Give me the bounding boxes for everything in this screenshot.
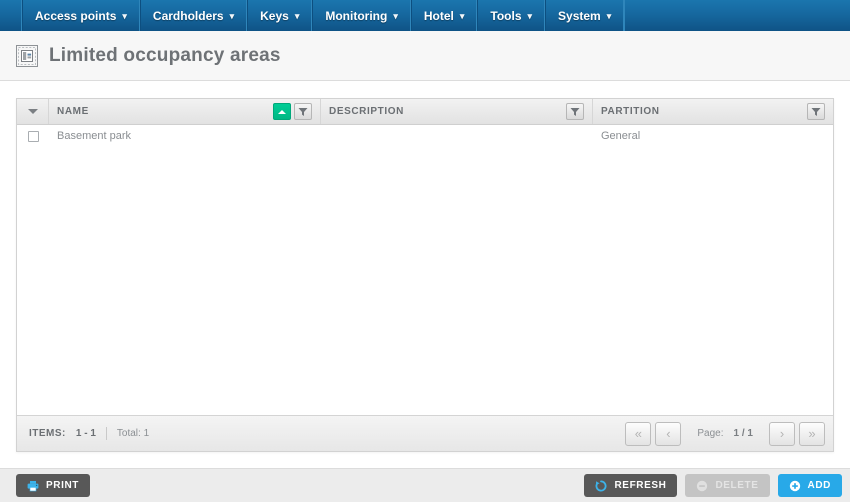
grid-header-select-all[interactable] (17, 99, 49, 124)
nav-item-label: Access points (35, 8, 117, 23)
nav-item-label: Tools (490, 8, 522, 23)
chevron-down-icon: ▾ (122, 11, 127, 21)
items-label: ITEMS: (29, 428, 66, 439)
grid-header-name-label: NAME (57, 106, 89, 117)
nav-empty-area (624, 0, 850, 31)
minus-circle-icon (697, 480, 708, 491)
page-title: Limited occupancy areas (49, 44, 281, 66)
printer-icon (27, 480, 39, 491)
filter-button-name[interactable] (294, 103, 312, 120)
nav-item-cardholders[interactable]: Cardholders ▾ (139, 0, 248, 31)
row-cell-partition: General (601, 130, 641, 142)
nav-item-monitoring[interactable]: Monitoring ▾ (312, 0, 411, 31)
pagination-controls: « ‹ Page: 1 / 1 › » (625, 421, 825, 446)
chevron-down-icon: ▾ (606, 11, 612, 21)
delete-button-label: DELETE (715, 480, 759, 491)
plus-circle-icon (789, 480, 800, 491)
grid-header-description-label: DESCRIPTION (329, 106, 404, 117)
filter-button-partition[interactable] (807, 103, 825, 120)
nav-item-hotel[interactable]: Hotel ▾ (410, 0, 478, 31)
grid-header-name[interactable]: NAME (49, 99, 321, 124)
nav-item-access-points[interactable]: Access points ▾ (22, 0, 140, 31)
nav-item-label: Cardholders (152, 8, 224, 23)
items-range: 1 - 1 (75, 428, 96, 439)
previous-page-button[interactable]: ‹ (655, 421, 682, 446)
filter-button-description[interactable] (566, 103, 584, 120)
grid-header-description[interactable]: DESCRIPTION (321, 99, 593, 124)
print-button-label: PRINT (46, 480, 79, 491)
page-value: 1 / 1 (733, 428, 753, 439)
nav-item-label: Keys (260, 8, 289, 23)
nav-item-label: Hotel (423, 8, 454, 23)
nav-item-keys[interactable]: Keys ▾ (247, 0, 313, 31)
nav-item-label: Monitoring (325, 8, 388, 23)
row-cell-name: Basement park (57, 130, 131, 142)
chevron-down-icon (27, 109, 38, 114)
chevron-down-icon: ▾ (459, 11, 465, 21)
row-checkbox[interactable] (27, 130, 39, 142)
funnel-icon (811, 107, 821, 116)
refresh-button[interactable]: REFRESH (584, 474, 678, 497)
add-button-label: ADD (807, 480, 831, 491)
refresh-icon (596, 479, 607, 491)
row-select-cell[interactable] (17, 130, 49, 142)
grid-footer: ITEMS: 1 - 1 Total: 1 « ‹ Page: 1 / 1 › … (17, 415, 833, 451)
first-page-button[interactable]: « (625, 421, 652, 446)
grid-header-partition[interactable]: PARTITION (593, 99, 833, 124)
divider (105, 427, 107, 440)
grid-header-row: NAME DESCRIPTION PARTITION (17, 99, 833, 125)
page-indicator: Page: 1 / 1 (685, 428, 765, 439)
main-navigation-bar: Access points ▾ Cardholders ▾ Keys ▾ Mon… (0, 0, 850, 31)
table-row[interactable]: Basement park General (17, 125, 833, 147)
chevron-down-icon: ▾ (294, 11, 300, 21)
items-total: Total: 1 (116, 428, 150, 439)
grid-header-partition-label: PARTITION (601, 106, 660, 117)
funnel-icon (298, 107, 308, 116)
main-content: NAME DESCRIPTION PARTITION Basement park… (0, 82, 850, 468)
delete-button: DELETE (685, 474, 770, 497)
page-title-bar: Limited occupancy areas (0, 31, 850, 81)
grid-body: Basement park General (17, 125, 833, 415)
last-page-button[interactable]: » (799, 421, 825, 446)
sort-ascending-button[interactable] (273, 103, 291, 120)
nav-item-label: System (558, 8, 601, 23)
bottom-toolbar: PRINT REFRESH DELETE ADD (0, 468, 850, 502)
next-page-button[interactable]: › (769, 421, 795, 446)
toolbar-actions: REFRESH DELETE ADD (584, 474, 842, 497)
nav-item-tools[interactable]: Tools ▾ (477, 0, 546, 31)
add-button[interactable]: ADD (777, 474, 842, 497)
items-info: ITEMS: 1 - 1 Total: 1 (29, 427, 149, 440)
chevron-down-icon: ▾ (229, 11, 235, 21)
refresh-button-label: REFRESH (614, 480, 667, 491)
limited-occupancy-areas-grid: NAME DESCRIPTION PARTITION Basement park… (16, 98, 834, 452)
limited-occupancy-area-icon (16, 44, 38, 67)
nav-left-spacer (0, 0, 22, 31)
nav-item-system[interactable]: System ▾ (545, 0, 625, 31)
chevron-down-icon: ▾ (393, 11, 398, 21)
page-label: Page: (697, 428, 724, 439)
triangle-up-icon (278, 109, 286, 114)
print-button[interactable]: PRINT (16, 474, 90, 497)
funnel-icon (570, 107, 580, 116)
chevron-down-icon: ▾ (527, 11, 533, 21)
